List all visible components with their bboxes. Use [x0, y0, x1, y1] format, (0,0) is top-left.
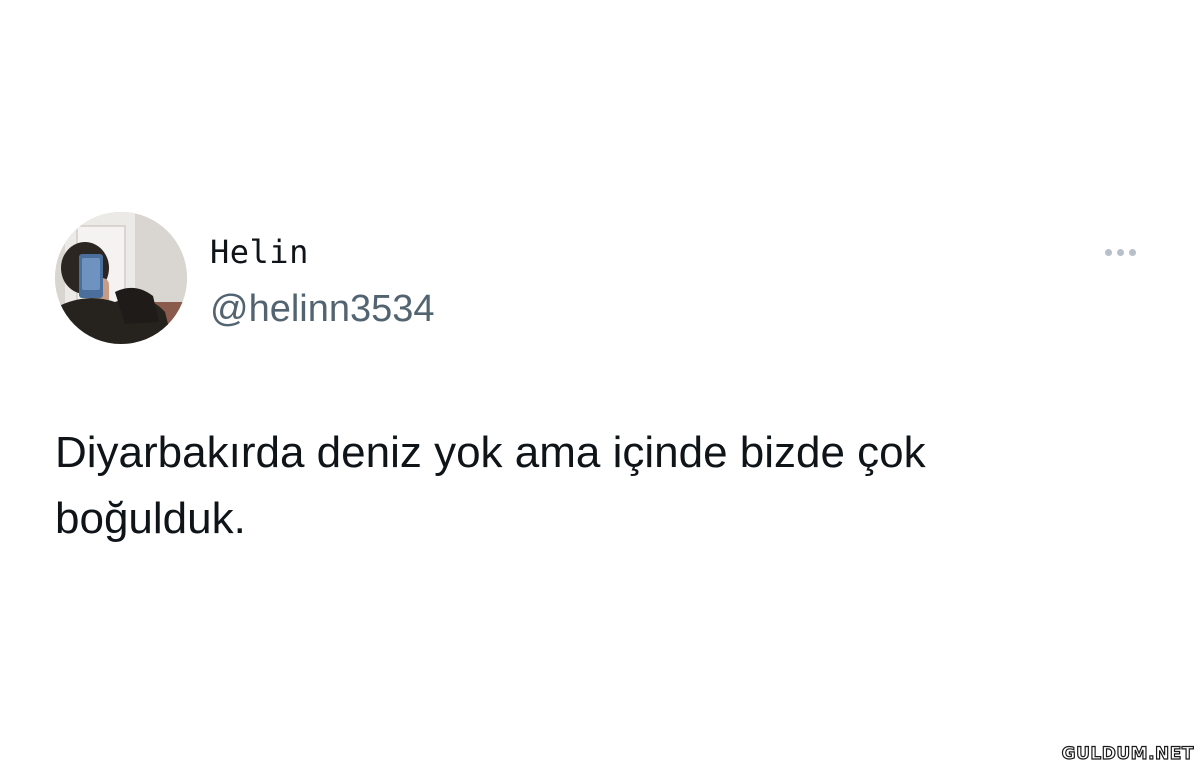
tweet-text: Diyarbakırda deniz yok ama içinde bizde … [55, 428, 926, 543]
more-horizontal-icon-dot [1128, 248, 1136, 256]
author-display-name[interactable]: Helin [210, 232, 309, 272]
watermark: GULDUM.NET [1061, 743, 1194, 764]
author-handle[interactable]: @helinn3534 [210, 286, 435, 332]
profile-photo-icon [55, 212, 187, 344]
more-options-button[interactable] [1096, 238, 1144, 266]
more-horizontal-icon-dot [1116, 248, 1124, 256]
tweet-card: Helin @helinn3534 Diyarbakırda deniz yok… [0, 0, 1200, 768]
avatar[interactable] [55, 212, 187, 344]
more-horizontal-icon [1104, 248, 1112, 256]
